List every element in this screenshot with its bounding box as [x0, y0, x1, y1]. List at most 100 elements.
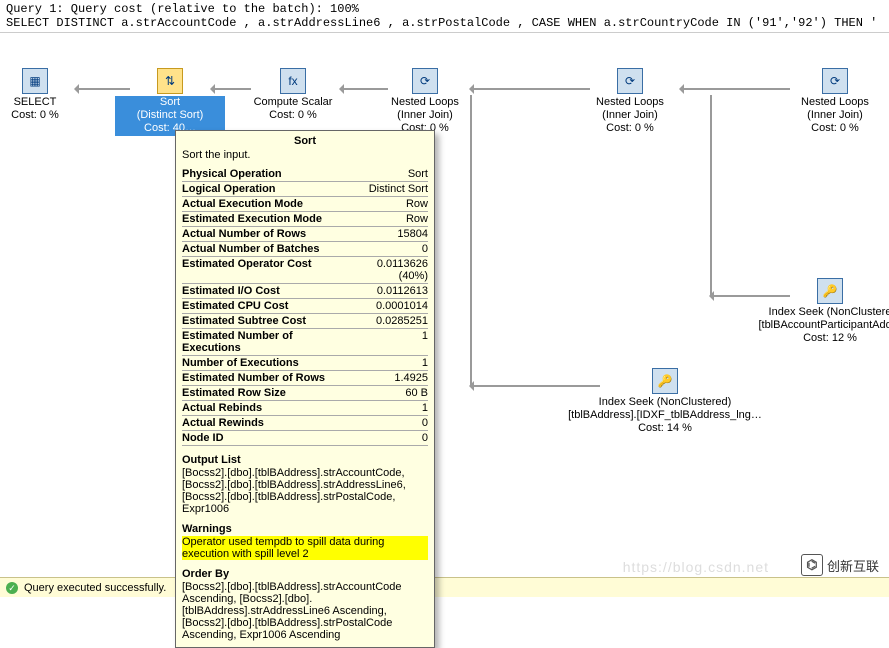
watermark-logo-icon: ⌬: [801, 554, 823, 576]
compute-scalar-icon: fx: [280, 68, 306, 94]
plan-vline: [470, 95, 472, 385]
tooltip-prop-row: Node ID0: [182, 431, 428, 446]
tooltip-prop-row: Actual Execution ModeRow: [182, 197, 428, 212]
execution-plan-canvas[interactable]: ▦ SELECT Cost: 0 % ⇅ Sort (Distinct Sort…: [0, 33, 889, 573]
tooltip-prop-key: Estimated Number of Executions: [182, 329, 347, 356]
op-cost: Cost: 0 %: [238, 109, 348, 122]
tooltip-title: Sort: [182, 135, 428, 147]
tooltip-prop-value: Row: [347, 197, 428, 212]
tooltip-prop-value: 60 B: [347, 386, 428, 401]
tooltip-prop-row: Estimated Row Size60 B: [182, 386, 428, 401]
op-label: SELECT: [0, 96, 80, 109]
tooltip-prop-row: Logical OperationDistinct Sort: [182, 182, 428, 197]
tooltip-prop-row: Estimated Number of Rows1.4925: [182, 371, 428, 386]
op-cost: Cost: 0 %: [0, 109, 80, 122]
tooltip-prop-row: Estimated Number of Executions1: [182, 329, 428, 356]
tooltip-prop-row: Estimated I/O Cost0.0112613: [182, 284, 428, 299]
tooltip-prop-key: Number of Executions: [182, 356, 347, 371]
op-sublabel: (Inner Join): [780, 109, 889, 122]
nested-loops-icon: ⟳: [617, 68, 643, 94]
plan-arrow: [470, 88, 590, 90]
tooltip-prop-value: Sort: [347, 167, 428, 182]
tooltip-prop-value: 1: [347, 356, 428, 371]
tooltip-prop-value: 1.4925: [347, 371, 428, 386]
op-cost: Cost: 14 %: [560, 422, 770, 435]
op-object: [tblBAccountParticipantAddre: [730, 319, 889, 332]
sort-icon: ⇅: [157, 68, 183, 94]
tooltip-prop-value: 15804: [347, 227, 428, 242]
plan-op-index-seek-participant[interactable]: 🔑 Index Seek (NonClustere [tblBAccountPa…: [730, 278, 889, 346]
tooltip-prop-value: 0.0112613: [347, 284, 428, 299]
op-label: Index Seek (NonClustered): [560, 396, 770, 409]
query-header: Query 1: Query cost (relative to the bat…: [0, 0, 889, 33]
plan-vline: [710, 95, 712, 295]
op-sublabel: (Inner Join): [575, 109, 685, 122]
plan-op-select[interactable]: ▦ SELECT Cost: 0 %: [0, 68, 80, 122]
tooltip-prop-key: Estimated Subtree Cost: [182, 314, 347, 329]
plan-op-nested-loops-3[interactable]: ⟳ Nested Loops (Inner Join) Cost: 0 %: [780, 68, 889, 136]
op-label: Nested Loops: [575, 96, 685, 109]
op-label: Sort: [115, 96, 225, 109]
tooltip-prop-key: Estimated Execution Mode: [182, 212, 347, 227]
tooltip-prop-row: Estimated CPU Cost0.0001014: [182, 299, 428, 314]
tooltip-prop-value: 0: [347, 242, 428, 257]
tooltip-output-list: [Bocss2].[dbo].[tblBAddress].strAccountC…: [182, 467, 428, 515]
op-cost: Cost: 12 %: [730, 332, 889, 345]
tooltip-prop-key: Actual Number of Rows: [182, 227, 347, 242]
tooltip-prop-key: Actual Rebinds: [182, 401, 347, 416]
tooltip-prop-value: 0.0113626 (40%): [347, 257, 428, 284]
op-sublabel: (Inner Join): [370, 109, 480, 122]
plan-op-sort[interactable]: ⇅ Sort (Distinct Sort) Cost: 40…: [115, 68, 225, 136]
tooltip-orderby: [Bocss2].[dbo].[tblBAddress].strAccountC…: [182, 581, 428, 641]
plan-op-compute-scalar[interactable]: fx Compute Scalar Cost: 0 %: [238, 68, 348, 122]
status-bar: ✓ Query executed successfully.: [0, 577, 889, 597]
tooltip-prop-key: Estimated Row Size: [182, 386, 347, 401]
plan-op-nested-loops-2[interactable]: ⟳ Nested Loops (Inner Join) Cost: 0 %: [575, 68, 685, 136]
tooltip-prop-value: Distinct Sort: [347, 182, 428, 197]
op-cost: Cost: 0 %: [780, 122, 889, 135]
tooltip-prop-row: Actual Rebinds1: [182, 401, 428, 416]
nested-loops-icon: ⟳: [822, 68, 848, 94]
tooltip-prop-key: Actual Rewinds: [182, 416, 347, 431]
tooltip-prop-key: Estimated I/O Cost: [182, 284, 347, 299]
op-sublabel: (Distinct Sort): [115, 109, 225, 122]
plan-op-index-seek-address[interactable]: 🔑 Index Seek (NonClustered) [tblBAddress…: [560, 368, 770, 436]
index-seek-icon: 🔑: [652, 368, 678, 394]
tooltip-desc: Sort the input.: [182, 149, 428, 161]
tooltip-prop-row: Number of Executions1: [182, 356, 428, 371]
op-label: Compute Scalar: [238, 96, 348, 109]
tooltip-prop-row: Estimated Subtree Cost0.0285251: [182, 314, 428, 329]
tooltip-prop-key: Estimated Number of Rows: [182, 371, 347, 386]
query-header-line2: SELECT DISTINCT a.strAccountCode , a.str…: [6, 16, 883, 30]
watermark: ⌬ 创新互联: [795, 553, 885, 577]
tooltip-prop-value: Row: [347, 212, 428, 227]
tooltip-prop-key: Estimated Operator Cost: [182, 257, 347, 284]
tooltip-prop-row: Actual Number of Rows15804: [182, 227, 428, 242]
op-object: [tblBAddress].[IDXF_tblBAddress_lng…: [560, 409, 770, 422]
tooltip-prop-key: Estimated CPU Cost: [182, 299, 347, 314]
tooltip-prop-key: Node ID: [182, 431, 347, 446]
select-icon: ▦: [22, 68, 48, 94]
tooltip-prop-value: 0.0285251: [347, 314, 428, 329]
tooltip-properties-table: Physical OperationSortLogical OperationD…: [182, 167, 428, 446]
watermark-text: 创新互联: [827, 556, 879, 575]
tooltip-prop-key: Logical Operation: [182, 182, 347, 197]
status-message: Query executed successfully.: [24, 582, 166, 594]
plan-op-nested-loops-1[interactable]: ⟳ Nested Loops (Inner Join) Cost: 0 %: [370, 68, 480, 136]
tooltip-prop-row: Actual Rewinds0: [182, 416, 428, 431]
tooltip-prop-row: Actual Number of Batches0: [182, 242, 428, 257]
op-label: Nested Loops: [370, 96, 480, 109]
op-label: Index Seek (NonClustere: [730, 306, 889, 319]
tooltip-prop-key: Physical Operation: [182, 167, 347, 182]
tooltip-prop-key: Actual Execution Mode: [182, 197, 347, 212]
tooltip-prop-value: 1: [347, 401, 428, 416]
tooltip-orderby-heading: Order By: [182, 568, 428, 580]
query-header-line1: Query 1: Query cost (relative to the bat…: [6, 2, 883, 16]
tooltip-prop-value: 0: [347, 431, 428, 446]
tooltip-output-list-heading: Output List: [182, 454, 428, 466]
tooltip-prop-value: 0.0001014: [347, 299, 428, 314]
watermark-url: https://blog.csdn.net: [623, 559, 769, 575]
nested-loops-icon: ⟳: [412, 68, 438, 94]
op-label: Nested Loops: [780, 96, 889, 109]
tooltip-prop-row: Estimated Operator Cost0.0113626 (40%): [182, 257, 428, 284]
